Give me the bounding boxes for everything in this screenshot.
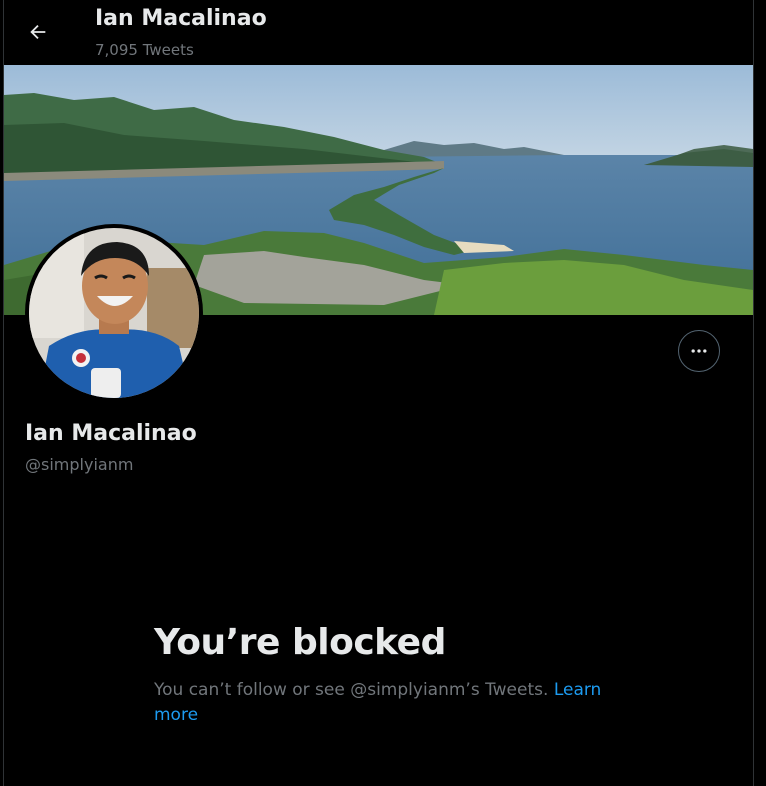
header-title: Ian Macalinao — [95, 6, 267, 31]
more-horizontal-icon — [691, 349, 707, 353]
profile-page: Ian Macalinao 7,095 Tweets Ian Macalinao… — [3, 0, 754, 786]
back-button[interactable] — [20, 14, 56, 50]
arrow-left-icon — [30, 24, 46, 40]
avatar[interactable] — [25, 224, 203, 402]
blocked-message: You can’t follow or see @simplyianm’s Tw… — [154, 678, 624, 728]
avatar-image — [29, 228, 199, 398]
more-options-button[interactable] — [678, 330, 720, 372]
blocked-title: You’re blocked — [154, 622, 446, 663]
blocked-message-text: You can’t follow or see @simplyianm’s Tw… — [154, 680, 554, 700]
tweet-count: 7,095 Tweets — [95, 41, 194, 59]
profile-name: Ian Macalinao — [25, 421, 197, 446]
profile-handle: @simplyianm — [25, 455, 134, 474]
profile-header: Ian Macalinao 7,095 Tweets — [4, 0, 753, 65]
